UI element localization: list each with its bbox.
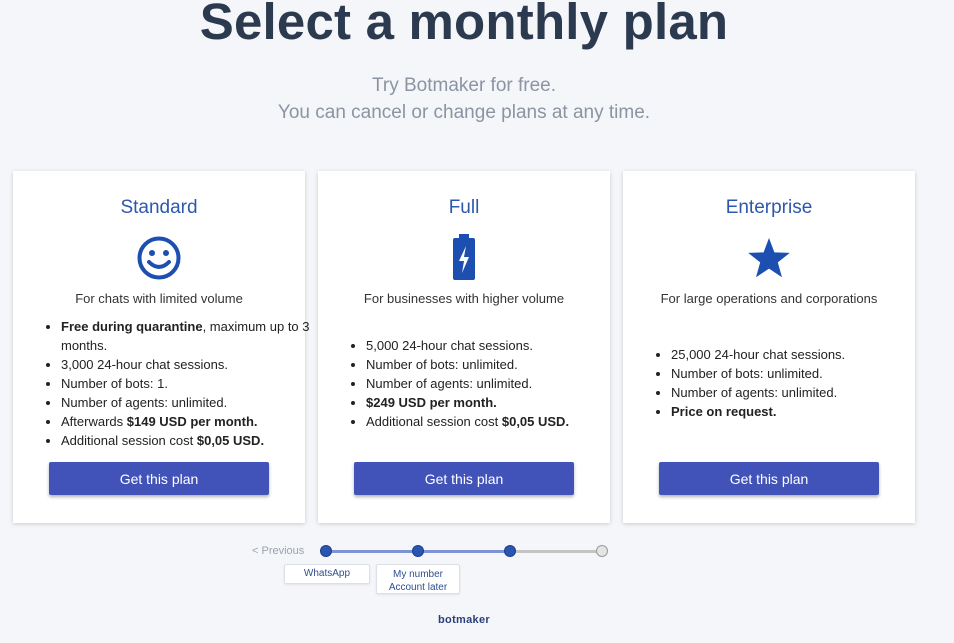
feature-item: 3,000 24-hour chat sessions. [61,355,311,374]
get-standard-plan-button[interactable]: Get this plan [49,462,269,495]
previous-link[interactable]: < Previous [252,545,304,557]
plan-card-standard: Standard For chats with limited volume F… [13,171,310,523]
feature-item: 25,000 24-hour chat sessions. [671,345,921,364]
feature-item: Number of bots: unlimited. [366,355,616,374]
plan-description: For chats with limited volume [75,291,243,306]
smiley-face-icon [13,233,305,283]
feature-item: Additional session cost $0,05 USD. [366,412,616,431]
stepper-step-2[interactable] [412,545,424,557]
feature-item: Afterwards $149 USD per month. [61,412,311,431]
plan-card-full: Full For businesses with higher volume 5… [318,171,610,523]
feature-item: Number of agents: unlimited. [671,383,921,402]
plan-name: Standard [120,197,198,218]
get-enterprise-plan-button[interactable]: Get this plan [659,462,879,495]
stepper-step-1[interactable] [320,545,332,557]
botmaker-logo: botmaker [438,614,490,626]
feature-item: Number of bots: unlimited. [671,364,921,383]
step-label-line: Account later [388,582,448,593]
step-label-line: My number [392,569,443,580]
battery-charging-icon [318,233,610,283]
plan-name: Enterprise [725,197,813,218]
plan-description: For businesses with higher volume [363,291,565,306]
plan-features: 5,000 24-hour chat sessions. Number of b… [346,336,616,431]
stepper-step-3[interactable] [504,545,516,557]
feature-item: Price on request. [671,402,921,421]
feature-item: 5,000 24-hour chat sessions. [366,336,616,355]
plan-features: Free during quarantine, maximum up to 3 … [41,317,311,450]
stepper-remaining-line [510,550,602,553]
feature-item: Number of agents: unlimited. [366,374,616,393]
star-icon [623,233,915,283]
plan-name: Full [448,197,480,218]
stepper-step-4 [596,545,608,557]
feature-item: Free during quarantine, maximum up to 3 … [61,317,311,355]
subtitle-line-1: Try Botmaker for free. [371,75,557,96]
feature-item: Number of bots: 1. [61,374,311,393]
step-label-whatsapp: WhatsApp [284,564,370,584]
subtitle-line-2: You can cancel or change plans at any ti… [277,102,651,123]
feature-item: Additional session cost $0,05 USD. [61,431,311,450]
get-full-plan-button[interactable]: Get this plan [354,462,574,495]
feature-item: $249 USD per month. [366,393,616,412]
plan-features: 25,000 24-hour chat sessions. Number of … [651,345,921,421]
plan-selection-page: Select a monthly plan Try Botmaker for f… [0,0,954,643]
step-label-my-number: My number Account later [376,564,460,594]
feature-item: Number of agents: unlimited. [61,393,311,412]
plan-description: For large operations and corporations [660,291,878,306]
page-title: Select a monthly plan [199,0,729,50]
plan-card-enterprise: Enterprise For large operations and corp… [623,171,915,523]
